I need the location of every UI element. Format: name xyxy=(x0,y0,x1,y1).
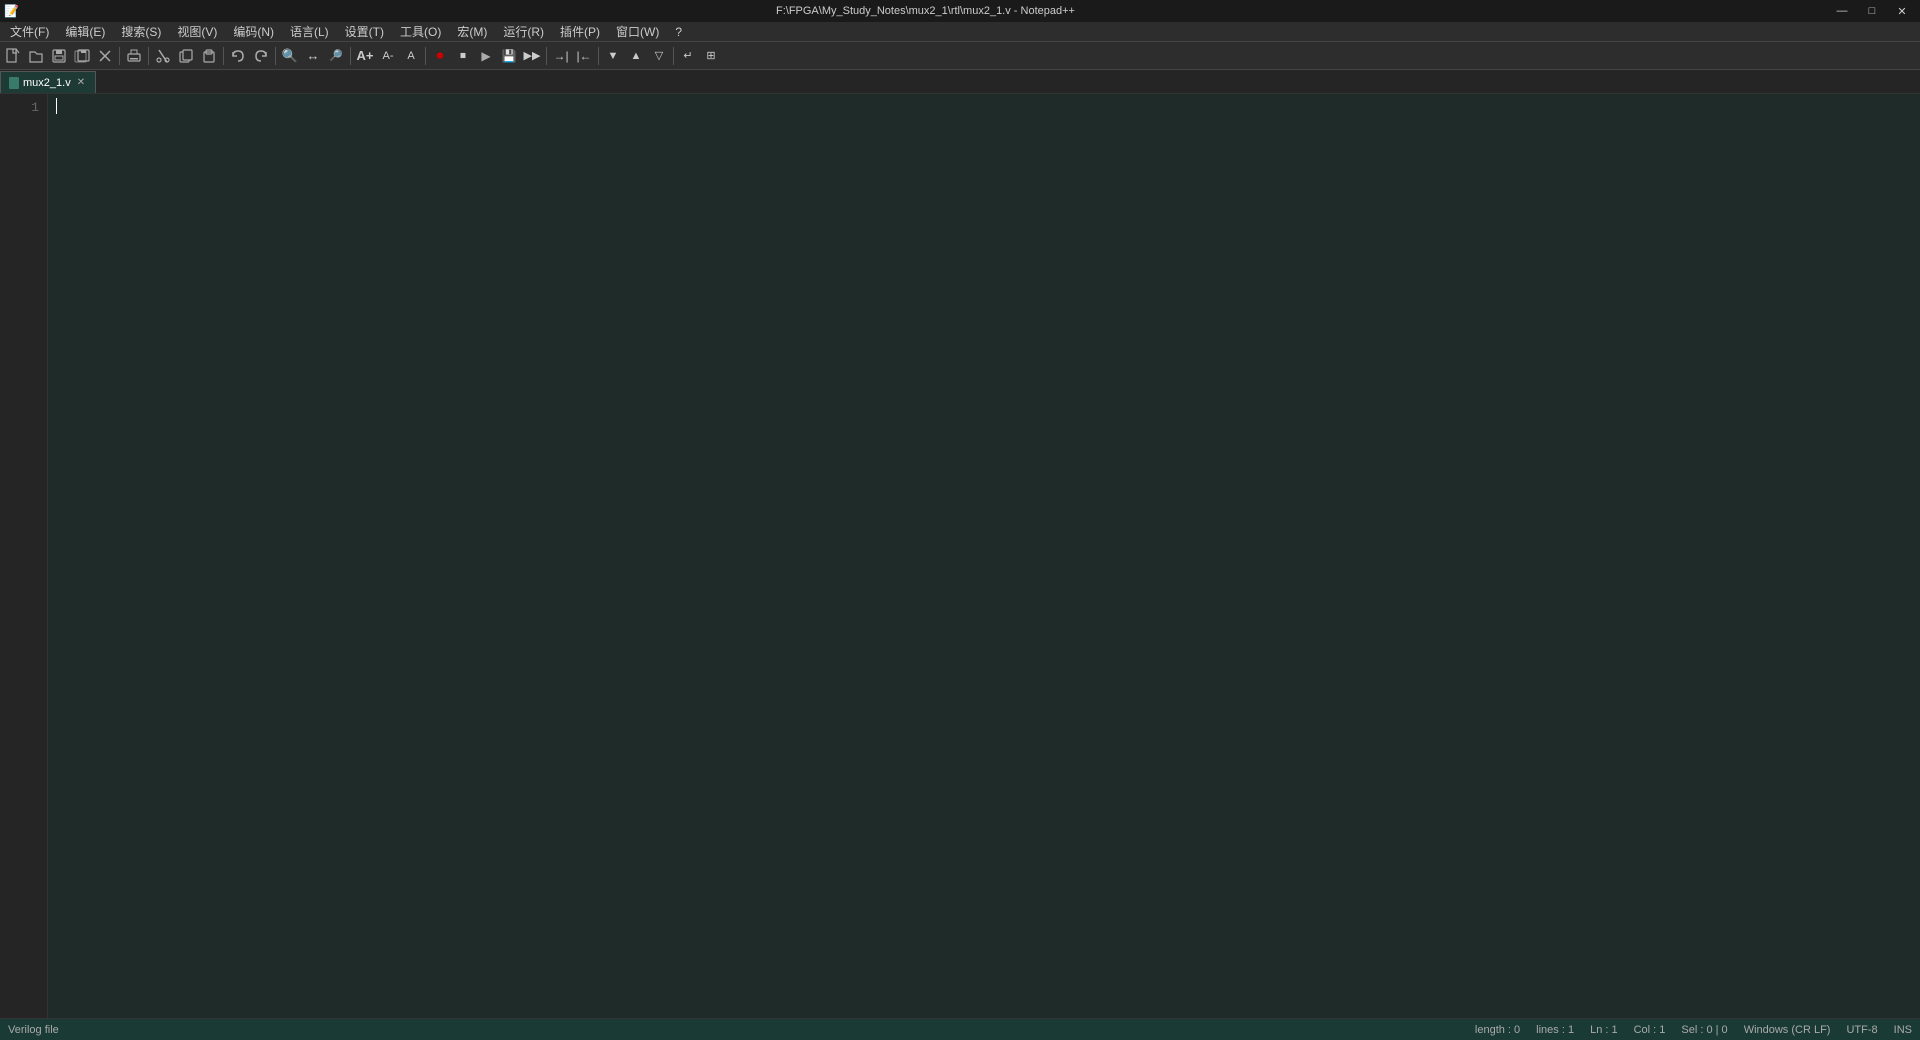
status-lines: lines : 1 xyxy=(1536,1024,1574,1036)
toolbar-close-button[interactable] xyxy=(94,45,116,67)
tab-close-button[interactable]: ✕ xyxy=(75,77,87,88)
toolbar-macro-play-button[interactable]: ▶ xyxy=(475,45,497,67)
menu-run[interactable]: 运行(R) xyxy=(495,21,552,42)
menu-settings[interactable]: 设置(T) xyxy=(337,21,392,42)
toolbar-sep-4 xyxy=(275,47,276,65)
menu-edit[interactable]: 编辑(E) xyxy=(57,21,113,42)
text-cursor xyxy=(56,98,57,114)
tab-file-icon xyxy=(9,77,19,89)
menu-plugins[interactable]: 插件(P) xyxy=(552,21,608,42)
toolbar-sep-5 xyxy=(350,47,351,65)
app-icon: 📝 xyxy=(4,4,19,18)
toolbar-undo-button[interactable] xyxy=(227,45,249,67)
minimize-button[interactable]: — xyxy=(1828,2,1856,20)
toolbar-macro-run-multiple-button[interactable]: ▶▶ xyxy=(521,45,543,67)
close-button[interactable]: ✕ xyxy=(1888,2,1916,20)
toolbar-sep-6 xyxy=(425,47,426,65)
maximize-button[interactable]: □ xyxy=(1858,2,1886,20)
toolbar-sep-2 xyxy=(148,47,149,65)
toolbar-find-button[interactable]: 🔍 xyxy=(279,45,301,67)
status-length: length : 0 xyxy=(1475,1024,1520,1036)
line-numbers: 1 xyxy=(0,94,48,1018)
status-bar: Verilog file length : 0 lines : 1 Ln : 1… xyxy=(0,1018,1920,1040)
toolbar-copy-button[interactable] xyxy=(175,45,197,67)
menu-bar: 文件(F) 编辑(E) 搜索(S) 视图(V) 编码(N) 语言(L) 设置(T… xyxy=(0,22,1920,42)
menu-language[interactable]: 语言(L) xyxy=(282,21,337,42)
toolbar-zoom-out-button[interactable]: A- xyxy=(377,45,399,67)
toolbar-cut-button[interactable] xyxy=(152,45,174,67)
menu-macro[interactable]: 宏(M) xyxy=(449,21,495,42)
toolbar-sep-8 xyxy=(598,47,599,65)
toolbar-new-button[interactable] xyxy=(2,45,24,67)
status-ins-mode: INS xyxy=(1894,1024,1912,1036)
toolbar-fold-button[interactable]: ▼ xyxy=(602,45,624,67)
toolbar-find-in-files-button[interactable]: 🔎 xyxy=(325,45,347,67)
menu-file[interactable]: 文件(F) xyxy=(2,21,57,42)
line-number-1: 1 xyxy=(4,98,39,119)
status-col: Col : 1 xyxy=(1634,1024,1666,1036)
toolbar-indent-button[interactable]: →| xyxy=(550,45,572,67)
toolbar-unfold-button[interactable]: ▲ xyxy=(625,45,647,67)
title-bar: 📝 F:\FPGA\My_Study_Notes\mux2_1\rtl\mux2… xyxy=(0,0,1920,22)
toolbar-paste-button[interactable] xyxy=(198,45,220,67)
status-right: length : 0 lines : 1 Ln : 1 Col : 1 Sel … xyxy=(1475,1024,1912,1036)
status-encoding: UTF-8 xyxy=(1846,1024,1877,1036)
toolbar-open-button[interactable] xyxy=(25,45,47,67)
menu-encoding[interactable]: 编码(N) xyxy=(225,21,282,42)
toolbar-replace-button[interactable]: ↔ xyxy=(302,45,324,67)
menu-window[interactable]: 窗口(W) xyxy=(608,21,667,42)
toolbar-save-button[interactable] xyxy=(48,45,70,67)
toolbar-sep-3 xyxy=(223,47,224,65)
tab-bar: mux2_1.v ✕ xyxy=(0,70,1920,94)
editor-area[interactable] xyxy=(48,94,1920,1018)
toolbar-print-button[interactable] xyxy=(123,45,145,67)
toolbar-project-button[interactable]: ⊞ xyxy=(700,45,722,67)
toolbar-sep-9 xyxy=(673,47,674,65)
tab-label: mux2_1.v xyxy=(23,77,71,89)
toolbar-outdent-button[interactable]: |← xyxy=(573,45,595,67)
status-ln: Ln : 1 xyxy=(1590,1024,1618,1036)
editor-content[interactable] xyxy=(56,98,1912,114)
toolbar: 🔍 ↔ 🔎 A+ A- A ⏺ ⏹ ▶ 💾 ▶▶ →| |← ▼ ▲ ▽ ↵ ⊞ xyxy=(0,42,1920,70)
status-sel: Sel : 0 | 0 xyxy=(1681,1024,1727,1036)
toolbar-redo-button[interactable] xyxy=(250,45,272,67)
toolbar-fold-level-button[interactable]: ▽ xyxy=(648,45,670,67)
tab-mux2-1[interactable]: mux2_1.v ✕ xyxy=(0,71,96,93)
status-left: Verilog file xyxy=(8,1024,59,1036)
toolbar-zoom-in-button[interactable]: A+ xyxy=(354,45,376,67)
menu-search[interactable]: 搜索(S) xyxy=(113,21,169,42)
toolbar-word-wrap-button[interactable]: ↵ xyxy=(677,45,699,67)
window-controls: — □ ✕ xyxy=(1828,2,1916,20)
status-line-ending: Windows (CR LF) xyxy=(1744,1024,1831,1036)
toolbar-sep-7 xyxy=(546,47,547,65)
menu-help[interactable]: ? xyxy=(667,23,690,41)
toolbar-macro-record-button[interactable]: ⏺ xyxy=(429,45,451,67)
toolbar-sep-1 xyxy=(119,47,120,65)
menu-tools[interactable]: 工具(O) xyxy=(392,21,449,42)
menu-view[interactable]: 视图(V) xyxy=(169,21,225,42)
cursor-line xyxy=(56,98,1912,114)
toolbar-macro-save-button[interactable]: 💾 xyxy=(498,45,520,67)
window-title: F:\FPGA\My_Study_Notes\mux2_1\rtl\mux2_1… xyxy=(776,5,1075,17)
toolbar-restore-zoom-button[interactable]: A xyxy=(400,45,422,67)
main-area: 1 xyxy=(0,94,1920,1018)
toolbar-macro-stop-button[interactable]: ⏹ xyxy=(452,45,474,67)
toolbar-save-all-button[interactable] xyxy=(71,45,93,67)
status-file-type: Verilog file xyxy=(8,1024,59,1036)
